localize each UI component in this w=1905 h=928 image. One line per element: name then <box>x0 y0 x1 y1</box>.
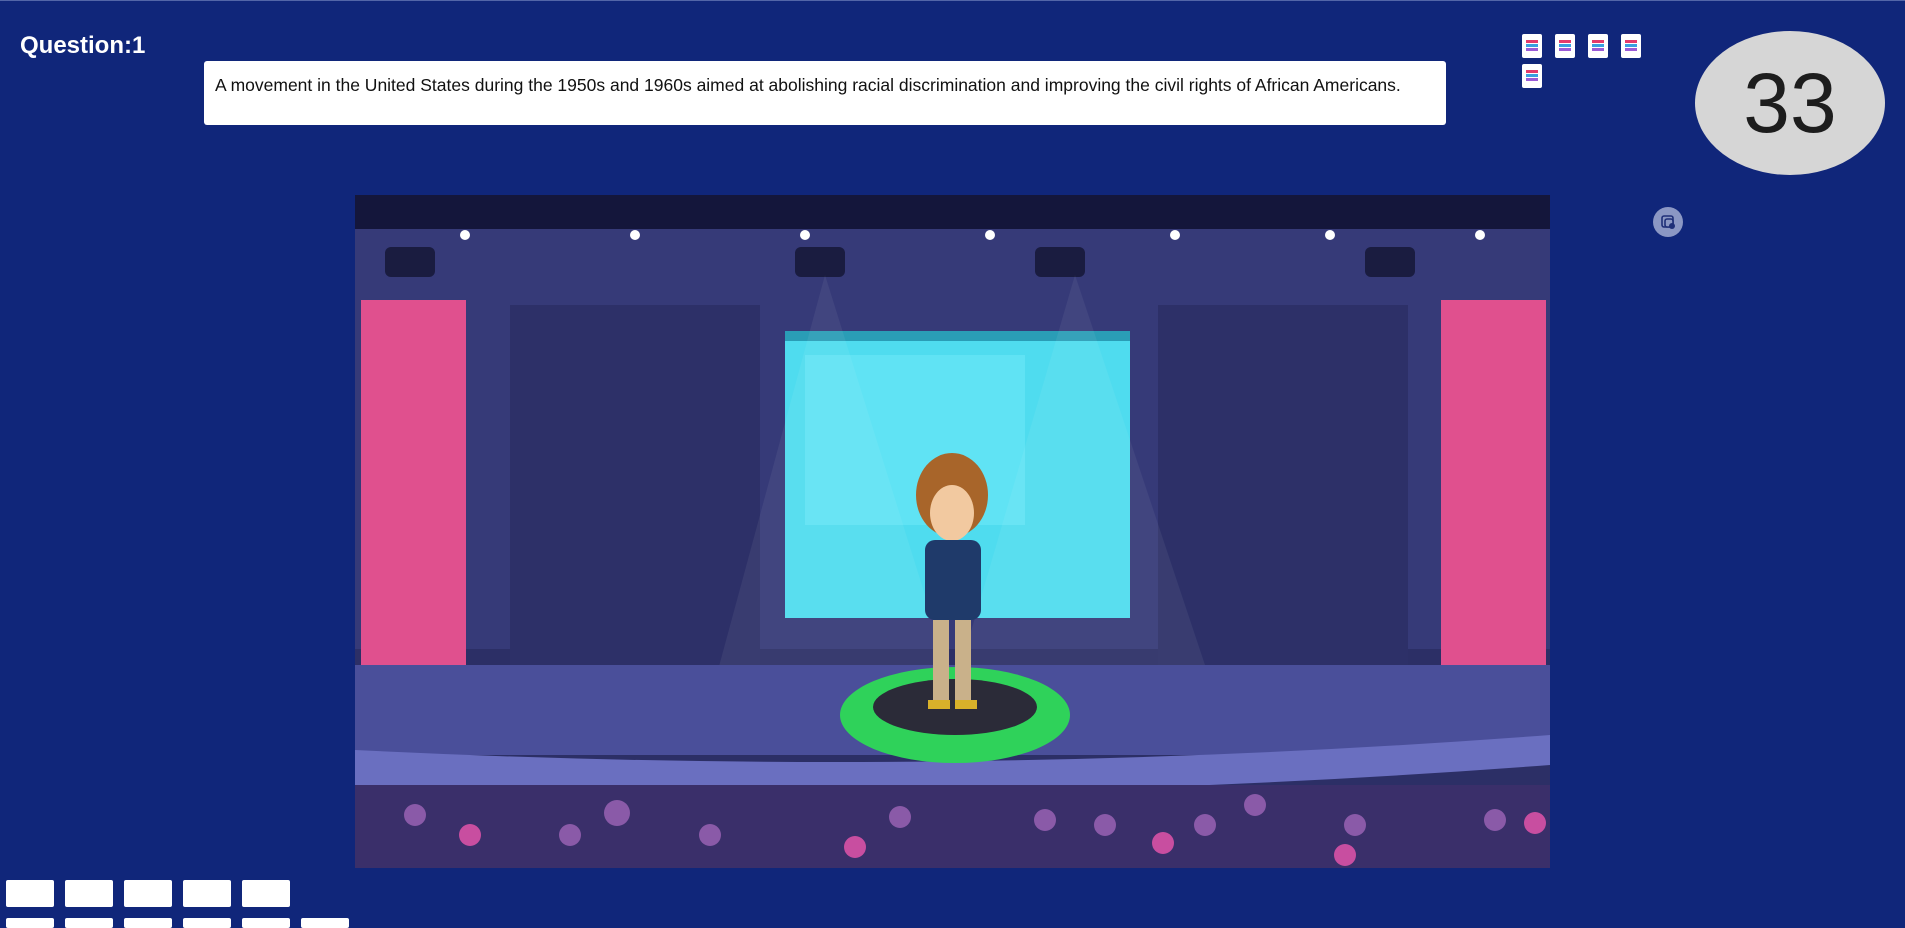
lifeline-button-1[interactable] <box>1522 34 1542 58</box>
answer-tile[interactable] <box>124 918 172 928</box>
answer-tile[interactable] <box>6 880 54 907</box>
answer-tile[interactable] <box>124 880 172 907</box>
question-text: A movement in the United States during t… <box>215 75 1401 95</box>
lifeline-button-4[interactable] <box>1621 34 1641 58</box>
question-number-label: Question:1 <box>20 32 146 59</box>
answer-tile[interactable] <box>6 918 54 928</box>
answer-tile[interactable] <box>65 918 113 928</box>
lifeline-icon <box>1625 40 1637 51</box>
lifeline-button-3[interactable] <box>1588 34 1608 58</box>
question-text-box: A movement in the United States during t… <box>204 61 1446 125</box>
answer-tile[interactable] <box>183 918 231 928</box>
answer-tile[interactable] <box>242 918 290 928</box>
timer-value: 33 <box>1743 55 1837 150</box>
lifeline-icon <box>1526 40 1538 51</box>
stage-illustration <box>355 195 1550 868</box>
lifeline-button-5[interactable] <box>1522 64 1542 88</box>
copy-icon <box>1661 215 1675 229</box>
answer-tile[interactable] <box>301 918 349 928</box>
lifeline-button-2[interactable] <box>1555 34 1575 58</box>
lifeline-icon <box>1559 40 1571 51</box>
countdown-timer: 33 <box>1695 31 1885 175</box>
lifeline-icon <box>1526 70 1538 81</box>
answer-tile[interactable] <box>65 880 113 907</box>
settings-badge[interactable] <box>1653 207 1683 237</box>
lifeline-icon <box>1592 40 1604 51</box>
top-border <box>0 0 1905 1</box>
answer-tile[interactable] <box>183 880 231 907</box>
stage-scene <box>355 195 1550 868</box>
answer-tile[interactable] <box>242 880 290 907</box>
